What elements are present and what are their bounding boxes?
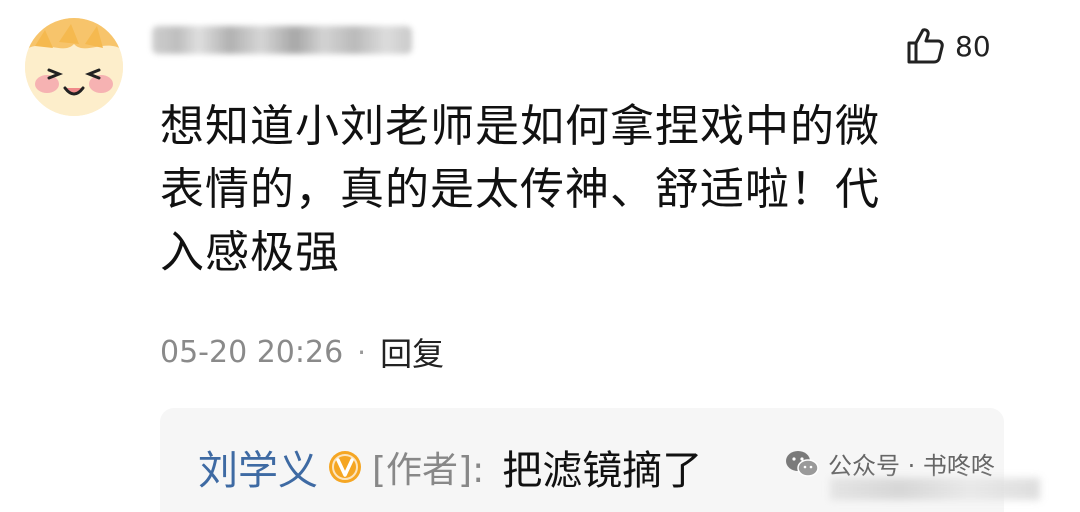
reply-button[interactable]: 回复	[380, 329, 444, 375]
avatar-face-icon	[25, 18, 123, 116]
timestamp: 05-20 20:26	[160, 334, 344, 370]
watermark-blurred-subtext	[830, 478, 1040, 500]
thumbs-up-icon	[907, 28, 944, 64]
username-blurred	[152, 26, 412, 54]
comment-line: 想知道小刘老师是如何拿捏戏中的微	[160, 101, 880, 152]
wechat-icon	[786, 450, 819, 477]
comment-line: 表情的，真的是太传神、舒适啦！代	[160, 164, 880, 215]
watermark-text: 公众号 · 书咚咚	[828, 452, 995, 480]
reply-text: 把滤镜摘了	[502, 448, 703, 494]
comment-line: 入感极强	[160, 227, 340, 278]
reply-line: 刘学义 [作者]: 把滤镜摘了	[198, 438, 702, 496]
comment-text: 想知道小刘老师是如何拿捏戏中的微 表情的，真的是太传神、舒适啦！代 入感极强	[160, 95, 970, 284]
comment-card: 80 想知道小刘老师是如何拿捏戏中的微 表情的，真的是太传神、舒适啦！代 入感极…	[0, 0, 1080, 512]
comment-meta: 05-20 20:26 · 回复	[160, 330, 444, 374]
avatar[interactable]	[25, 18, 123, 116]
author-tag: [作者]:	[372, 450, 485, 491]
verified-badge-icon	[328, 450, 362, 484]
separator-dot: ·	[357, 335, 367, 369]
like-count: 80	[955, 29, 991, 63]
reply-author-link[interactable]: 刘学义	[198, 438, 318, 496]
watermark: 公众号 · 书咚咚	[784, 446, 995, 481]
like-button[interactable]: 80	[905, 24, 991, 68]
